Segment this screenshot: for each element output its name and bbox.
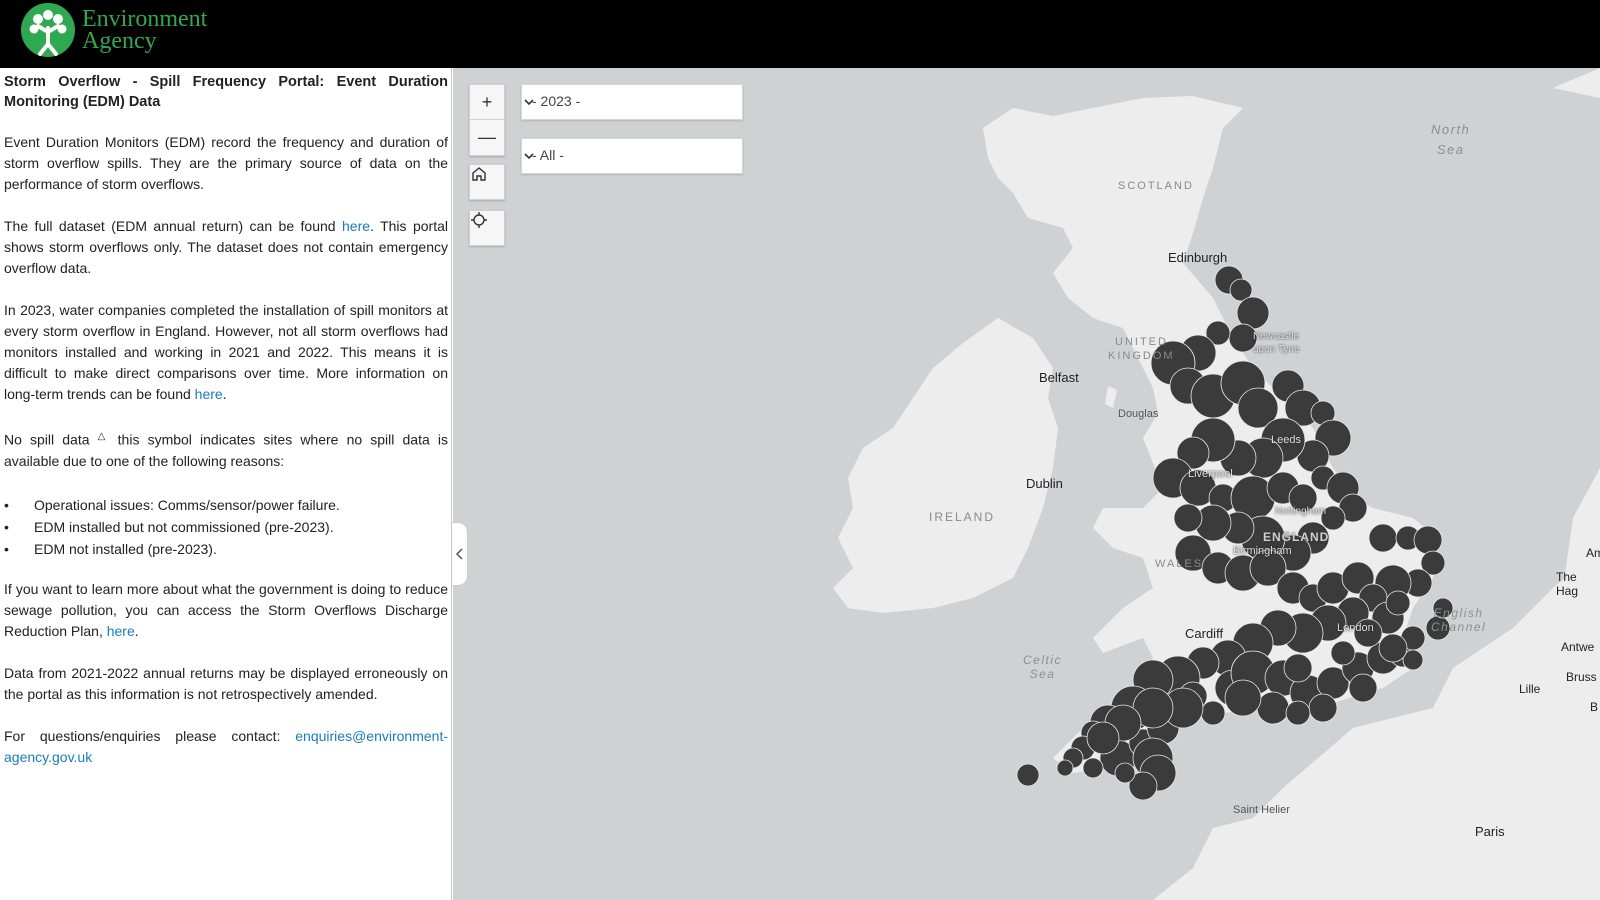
company-filter-select[interactable]: - All - <box>521 138 743 174</box>
no-spill-text-before: No spill data <box>4 431 98 448</box>
map-view[interactable]: + — - 2023 - - All - North Sea SCOTLAND … <box>453 68 1600 900</box>
zoom-in-button[interactable]: + <box>470 85 504 120</box>
info-side-panel: Storm Overflow - Spill Frequency Portal:… <box>0 68 452 900</box>
spill-marker[interactable] <box>1224 679 1262 717</box>
dataset-text-before: The full dataset (EDM annual return) can… <box>4 218 342 234</box>
douglas-label: Douglas <box>1118 408 1159 420</box>
wales-label: WALES <box>1155 558 1204 570</box>
birmingham-label: Birmingham <box>1233 545 1292 557</box>
locate-button[interactable] <box>469 210 505 246</box>
reduction-plan-link[interactable]: here <box>107 623 135 639</box>
north-sea-label: North Sea <box>1431 122 1471 157</box>
chevron-down-icon <box>524 153 534 160</box>
dublin-label: Dublin <box>1026 476 1063 491</box>
spill-marker[interactable] <box>1086 721 1120 755</box>
government-text-after: . <box>134 622 139 639</box>
cardiff-label: Cardiff <box>1185 626 1224 641</box>
ireland-landmass <box>833 318 1058 613</box>
norway-landmass <box>1553 68 1600 98</box>
spill-marker[interactable] <box>1016 763 1040 787</box>
spill-marker[interactable] <box>1368 523 1398 553</box>
logo-line-2: Agency <box>82 28 157 54</box>
amsterdam-label: Am <box>1586 546 1600 560</box>
government-text-before: If you want to learn more about what the… <box>4 580 448 639</box>
saint-helier-label: Saint Helier <box>1233 804 1290 816</box>
home-icon <box>472 167 486 181</box>
zoom-out-button[interactable]: — <box>470 120 504 155</box>
paragraph-edm-intro: Event Duration Monitors (EDM) record the… <box>4 134 448 192</box>
spill-marker[interactable] <box>1285 700 1311 726</box>
spill-marker[interactable] <box>1082 757 1104 779</box>
spill-marker[interactable] <box>1378 633 1408 663</box>
panel-title: Storm Overflow - Spill Frequency Portal:… <box>4 74 448 110</box>
top-header: Environment Agency <box>0 0 1600 68</box>
spill-marker[interactable] <box>1173 503 1203 533</box>
paragraph-dataset: The full dataset (EDM annual return) can… <box>4 216 448 279</box>
list-item: EDM installed but not commissioned (pre-… <box>4 516 448 538</box>
antwerp-label: Antwe <box>1561 640 1595 654</box>
logo-emblem-icon <box>21 3 75 57</box>
nottingham-label: Nottingham <box>1275 506 1327 517</box>
celtic-sea-label: Celtic Sea <box>1023 653 1063 681</box>
belfast-label: Belfast <box>1039 370 1079 385</box>
list-item: EDM not installed (pre-2023). <box>4 538 448 560</box>
no-spill-triangle-icon: △ <box>97 431 110 442</box>
paragraph-government: If you want to learn more about what the… <box>4 579 448 642</box>
english-channel-label: English Channel <box>1431 606 1487 634</box>
edinburgh-label: Edinburgh <box>1168 250 1228 265</box>
no-spill-reasons-list: Operational issues: Comms/sensor/power f… <box>4 494 448 560</box>
brussels-label: Bruss <box>1566 670 1597 684</box>
spill-marker[interactable] <box>1056 759 1074 777</box>
spill-marker[interactable] <box>1256 691 1290 725</box>
dataset-link[interactable]: here <box>342 218 370 234</box>
lille-label: Lille <box>1519 682 1541 696</box>
collapse-panel-button[interactable] <box>452 522 468 586</box>
london-label: London <box>1337 622 1374 634</box>
environment-agency-logo[interactable]: Environment Agency <box>20 2 207 58</box>
the-hague-label: The Hag <box>1556 570 1579 598</box>
paragraph-contact: For questions/enquiries please contact: … <box>4 726 448 768</box>
long-term-trends-link[interactable]: here <box>195 386 223 402</box>
paragraph-data-warning: Data from 2021-2022 annual returns may b… <box>4 664 448 702</box>
logo-text: Environment Agency <box>82 6 208 54</box>
leeds-label: Leeds <box>1271 434 1301 446</box>
united-kingdom-label-1: UNITED <box>1115 336 1168 348</box>
paragraph-no-spill-data: No spill data △ this symbol indicates si… <box>4 426 448 472</box>
paragraph-installation: In 2023, water companies completed the i… <box>4 300 448 405</box>
installation-text-after: . <box>222 386 227 402</box>
chevron-left-icon <box>455 548 463 560</box>
spill-marker[interactable] <box>1330 640 1356 666</box>
england-label: ENGLAND <box>1263 530 1330 544</box>
ireland-label: IRELAND <box>929 510 996 524</box>
liverpool-label: Liverpool <box>1188 468 1233 480</box>
spill-marker[interactable] <box>1308 693 1338 723</box>
newcastle-label: Newcastle upon Tyne <box>1253 331 1300 355</box>
b-label: B <box>1590 700 1599 714</box>
year-select-value: - 2023 - <box>532 93 581 109</box>
isle-of-man <box>1105 386 1117 408</box>
spill-marker[interactable] <box>1385 590 1411 616</box>
scotland-label: SCOTLAND <box>1118 180 1194 192</box>
crosshair-icon <box>471 212 487 228</box>
filter-select-value: - All - <box>532 147 564 163</box>
spill-marker[interactable] <box>1114 762 1136 784</box>
logo-line-1: Environment <box>82 6 208 32</box>
united-kingdom-label-2: KINGDOM <box>1108 350 1175 362</box>
chevron-down-icon <box>524 99 534 106</box>
paris-label: Paris <box>1475 824 1505 839</box>
year-select[interactable]: - 2023 - <box>521 84 743 120</box>
contact-text-before: For questions/enquiries please contact: <box>4 727 296 744</box>
list-item: Operational issues: Comms/sensor/power f… <box>4 494 448 516</box>
spill-marker[interactable] <box>1348 673 1378 703</box>
spill-marker[interactable] <box>1200 700 1226 726</box>
spill-marker[interactable] <box>1283 653 1313 683</box>
zoom-controls: + — <box>469 84 505 156</box>
spill-marker[interactable] <box>1413 525 1443 555</box>
home-button[interactable] <box>469 164 505 200</box>
